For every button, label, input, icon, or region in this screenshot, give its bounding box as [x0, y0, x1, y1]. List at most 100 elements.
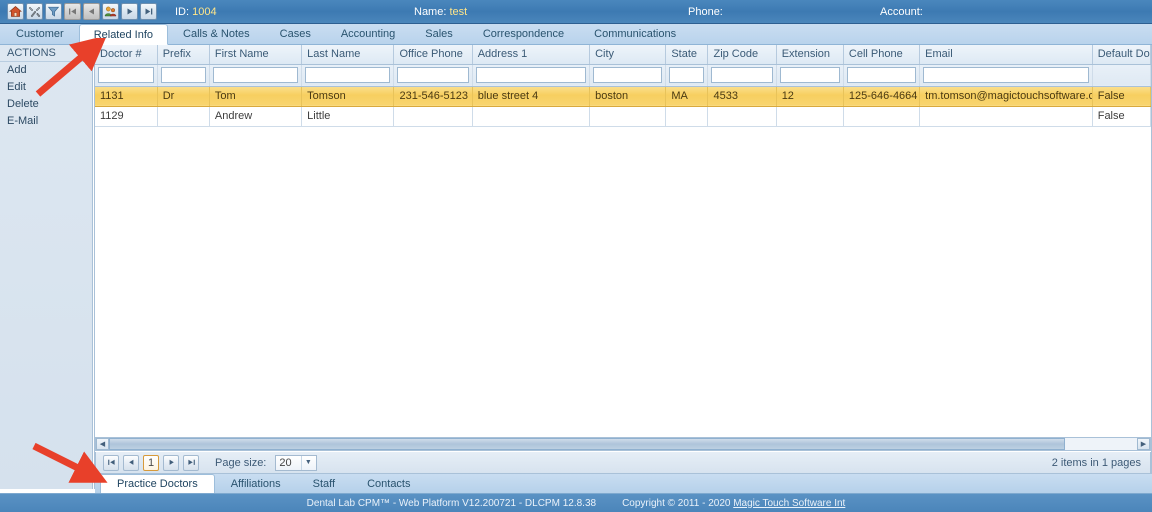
grid-filter-row [95, 64, 1151, 87]
grid-header-state[interactable]: State [665, 45, 709, 65]
cell-cell-phone[interactable] [843, 106, 921, 127]
filter-cell-extension [776, 64, 844, 87]
cell-default-doctor[interactable]: False [1092, 106, 1151, 127]
grid-header-default-doctor[interactable]: Default Do [1092, 45, 1151, 65]
grid-header-zip-code[interactable]: Zip Code [707, 45, 777, 65]
scroll-right-icon[interactable]: ▶ [1137, 438, 1150, 450]
scroll-left-icon[interactable]: ◀ [96, 438, 109, 450]
cell-city[interactable]: boston [589, 86, 667, 107]
grid-header-city[interactable]: City [589, 45, 667, 65]
cell-zip-code[interactable] [707, 106, 777, 127]
action-delete[interactable]: Delete [0, 96, 92, 113]
cell-office-phone[interactable]: 231-546-5123 [393, 86, 473, 107]
filter-input-prefix[interactable] [160, 67, 206, 83]
cell-last-name[interactable]: Little [301, 106, 395, 127]
filter-input-address1[interactable] [475, 67, 587, 83]
grid-header-office-phone[interactable]: Office Phone [393, 45, 473, 65]
main-tab-sales[interactable]: Sales [410, 24, 468, 44]
action-e-mail[interactable]: E-Mail [0, 113, 92, 130]
filter-input-first-name[interactable] [212, 67, 299, 83]
main-tab-related-info[interactable]: Related Info [78, 24, 169, 45]
previous-record-icon[interactable] [83, 3, 100, 20]
customer-icon[interactable] [102, 3, 119, 20]
scrollbar-track[interactable] [109, 438, 1137, 450]
filter-input-zip-code[interactable] [711, 67, 773, 83]
cell-state[interactable]: MA [665, 86, 709, 107]
footer-company-link[interactable]: Magic Touch Software Int [733, 498, 845, 509]
cell-default-doctor[interactable]: False [1092, 86, 1151, 107]
cell-state[interactable] [665, 106, 709, 127]
filter-cell-office-phone [393, 64, 473, 87]
grid-pager: 1 Page size: 20 ▼ 2 items in 1 pages [95, 452, 1151, 474]
action-edit[interactable]: Edit [0, 79, 92, 96]
top-header-bar: ID: 1004 Name: test Phone: Account: [0, 0, 1152, 24]
filter-input-cell-phone[interactable] [846, 67, 917, 83]
cell-email[interactable]: tm.tomson@magictouchsoftware.com [919, 86, 1093, 107]
grid-header-cell-phone[interactable]: Cell Phone [843, 45, 921, 65]
main-tab-calls-notes[interactable]: Calls & Notes [168, 24, 265, 44]
grid-header-email[interactable]: Email [919, 45, 1093, 65]
chevron-down-icon[interactable]: ▼ [301, 455, 314, 470]
grid-header-first-name[interactable]: First Name [209, 45, 303, 65]
cell-cell-phone[interactable]: 125-646-4664 [843, 86, 921, 107]
filter-cell-city [589, 64, 667, 87]
cell-city[interactable] [589, 106, 667, 127]
cell-email[interactable] [919, 106, 1093, 127]
cell-office-phone[interactable] [393, 106, 473, 127]
main-tab-correspondence[interactable]: Correspondence [468, 24, 579, 44]
filter-input-last-name[interactable] [305, 67, 391, 83]
sub-tab-staff[interactable]: Staff [297, 475, 351, 493]
main-tab-customer[interactable]: Customer [1, 24, 79, 44]
doctors-grid-container: Doctor # Prefix First Name Last Name Office … [94, 45, 1152, 489]
cell-extension[interactable] [776, 106, 844, 127]
grid-header-prefix[interactable]: Prefix [157, 45, 210, 65]
grid-header-last-name[interactable]: Last Name [301, 45, 395, 65]
filter-input-city[interactable] [593, 67, 663, 83]
cell-doctor-no[interactable]: 1131 [95, 86, 158, 107]
filter-input-state[interactable] [669, 67, 705, 83]
cell-first-name[interactable]: Andrew [209, 106, 303, 127]
cell-address1[interactable] [472, 106, 591, 127]
table-row[interactable]: 1129 Andrew Little False [95, 106, 1151, 127]
next-record-icon[interactable] [121, 3, 138, 20]
filter-funnel-icon[interactable] [45, 3, 62, 20]
page-size-label: Page size: [215, 456, 267, 469]
cell-first-name[interactable]: Tom [209, 86, 303, 107]
pager-last-button[interactable] [183, 454, 199, 471]
filter-input-email[interactable] [923, 67, 1089, 83]
cell-last-name[interactable]: Tomson [301, 86, 395, 107]
page-size-select[interactable]: 20 ▼ [275, 454, 318, 471]
grid-header-address1[interactable]: Address 1 [472, 45, 591, 65]
first-record-icon[interactable] [64, 3, 81, 20]
grid-header-doctor-no[interactable]: Doctor # [95, 45, 158, 65]
filter-input-extension[interactable] [779, 67, 840, 83]
pager-next-button[interactable] [163, 454, 179, 471]
main-tab-bar: Customer Related Info Calls & Notes Cases Ac… [0, 24, 1152, 45]
actions-panel: ACTIONS Add Edit Delete E-Mail [0, 45, 93, 489]
last-record-icon[interactable] [140, 3, 157, 20]
cell-address1[interactable]: blue street 4 [472, 86, 591, 107]
cell-prefix[interactable]: Dr [157, 86, 210, 107]
sub-tab-practice-doctors[interactable]: Practice Doctors [100, 474, 215, 493]
cell-extension[interactable]: 12 [776, 86, 844, 107]
sub-tab-affiliations[interactable]: Affiliations [215, 475, 297, 493]
filter-input-office-phone[interactable] [397, 67, 469, 83]
pager-current-page[interactable]: 1 [143, 454, 159, 471]
grid-horizontal-scrollbar[interactable]: ◀ ▶ [95, 437, 1151, 451]
tools-icon[interactable] [26, 3, 43, 20]
sub-tab-contacts[interactable]: Contacts [351, 475, 426, 493]
scrollbar-thumb[interactable] [109, 438, 1066, 450]
cell-prefix[interactable] [157, 106, 210, 127]
cell-zip-code[interactable]: 4533 [707, 86, 777, 107]
home-icon[interactable] [7, 3, 24, 20]
main-tab-communications[interactable]: Communications [579, 24, 691, 44]
cell-doctor-no[interactable]: 1129 [95, 106, 158, 127]
main-tab-accounting[interactable]: Accounting [326, 24, 410, 44]
table-row[interactable]: 1131 Dr Tom Tomson 231-546-5123 blue street 4… [95, 86, 1151, 107]
pager-previous-button[interactable] [123, 454, 139, 471]
pager-first-button[interactable] [103, 454, 119, 471]
main-tab-cases[interactable]: Cases [265, 24, 326, 44]
filter-input-doctor-no[interactable] [98, 67, 154, 83]
grid-header-extension[interactable]: Extension [776, 45, 844, 65]
action-add[interactable]: Add [0, 62, 92, 79]
